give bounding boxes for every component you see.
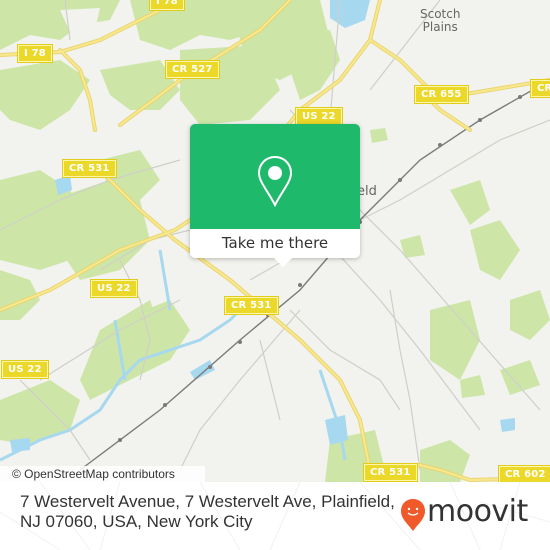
shield-us22-left: US 22 bbox=[2, 361, 48, 378]
shield-cr655: CR 655 bbox=[415, 86, 468, 103]
shield-us22-top: US 22 bbox=[296, 108, 342, 125]
popup-header bbox=[190, 124, 360, 229]
scotch-plains-text: Scotch Plains bbox=[420, 7, 461, 34]
location-popup: Take me there bbox=[190, 124, 360, 267]
moovit-pin-icon bbox=[401, 499, 425, 531]
shield-cr602: CR 602 bbox=[499, 466, 550, 482]
shield-cr-right: CR bbox=[531, 80, 550, 97]
footer: 7 Westervelt Avenue, 7 Westervelt Ave, P… bbox=[0, 482, 550, 550]
shield-cr527: CR 527 bbox=[166, 61, 219, 78]
moovit-logo[interactable]: moovit bbox=[400, 494, 540, 534]
address-text: 7 Westervelt Avenue, 7 Westervelt Ave, P… bbox=[20, 492, 395, 531]
map-canvas[interactable]: Scotch Plains eld I 78 I 78 CR 527 US 22… bbox=[0, 0, 550, 482]
shield-cr531-center: CR 531 bbox=[225, 297, 278, 314]
shield-cr531-bottom: CR 531 bbox=[364, 464, 417, 481]
place-label-scotch-plains: Scotch Plains bbox=[420, 8, 460, 34]
shield-cr531-left: CR 531 bbox=[63, 160, 116, 177]
osm-attribution[interactable]: © OpenStreetMap contributors bbox=[0, 466, 205, 482]
moovit-wordmark: moovit bbox=[427, 494, 528, 529]
shield-i78-left: I 78 bbox=[18, 45, 52, 62]
popup-pointer bbox=[274, 258, 292, 267]
take-me-there-button[interactable]: Take me there bbox=[190, 229, 360, 258]
shield-i78-top: I 78 bbox=[150, 0, 184, 10]
shield-us22-mid: US 22 bbox=[91, 280, 137, 297]
map-pin-icon bbox=[257, 155, 293, 207]
